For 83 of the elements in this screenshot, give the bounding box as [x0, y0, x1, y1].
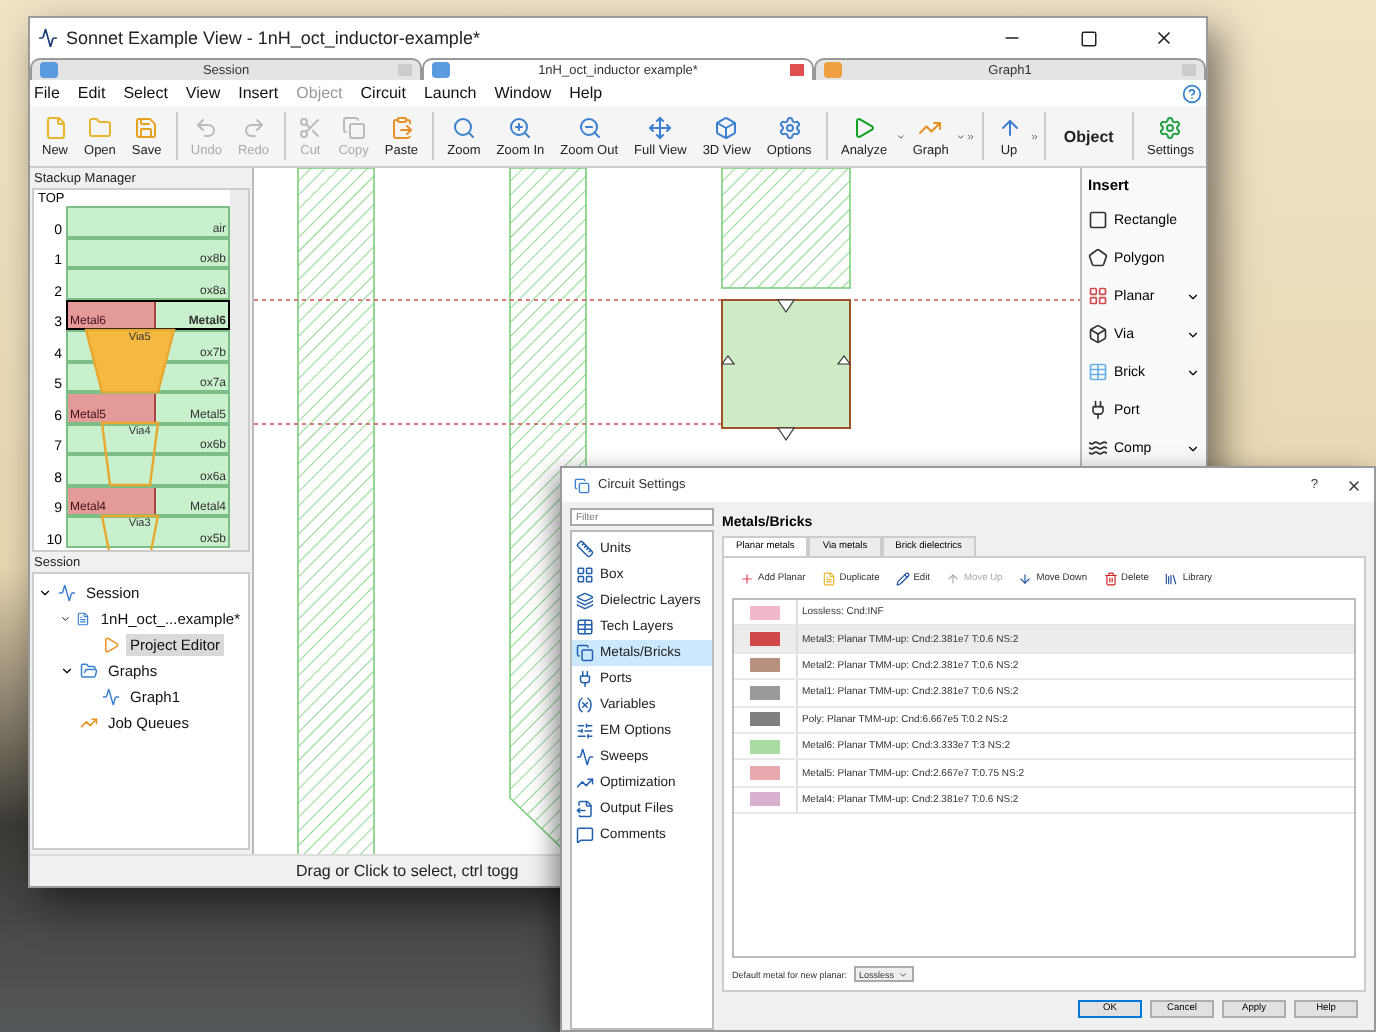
toolbar-icon [241, 115, 266, 139]
dropdown-caret-icon[interactable] [1186, 365, 1200, 379]
maximize-icon[interactable] [1079, 29, 1097, 47]
toolbar-icon [997, 115, 1022, 139]
menu-item[interactable]: Edit [77, 84, 106, 102]
tree-node-icon [102, 636, 120, 654]
via-shape [100, 421, 160, 487]
close-icon[interactable] [1154, 28, 1174, 48]
nav-icon [576, 800, 594, 818]
dropdown-caret-icon [898, 969, 909, 979]
action-icon [1103, 571, 1118, 585]
object-menu-button[interactable]: Object [1051, 110, 1126, 162]
tab-icon [40, 62, 58, 78]
toolbar-icon [298, 115, 323, 139]
expand-toggle-icon[interactable] [38, 586, 52, 600]
toolbar-icon [43, 115, 67, 139]
scrollbar[interactable] [230, 190, 248, 550]
overflow-icon[interactable] [966, 129, 976, 143]
action-icon [1018, 571, 1033, 585]
dropdown-caret-icon[interactable] [1186, 441, 1200, 455]
tree-node-icon [58, 584, 76, 602]
app-logo-icon [38, 28, 58, 48]
action-icon [821, 571, 836, 585]
action-icon [895, 571, 910, 585]
nav-icon [576, 592, 594, 610]
overflow-icon[interactable] [1029, 129, 1039, 143]
insert-tool-icon[interactable] [1088, 248, 1108, 268]
status-text: Drag or Click to select, ctrl togg [296, 862, 519, 880]
nav-icon [576, 748, 594, 766]
nav-icon [576, 644, 594, 662]
toolbar-icon [852, 115, 877, 139]
menu-item[interactable]: Insert [238, 84, 279, 102]
nav-icon [576, 566, 594, 584]
expand-toggle-icon[interactable] [60, 612, 71, 626]
action-icon [740, 571, 754, 585]
tab-icon [432, 62, 450, 78]
nav-icon [576, 618, 594, 636]
menu-item[interactable]: Window [494, 84, 552, 102]
menu-item[interactable]: Launch [423, 84, 477, 102]
toolbar-icon [648, 115, 673, 139]
toolbar-icon [87, 115, 112, 139]
insert-tool-icon[interactable] [1088, 400, 1108, 420]
menu-item[interactable]: View [185, 84, 221, 102]
action-icon [1164, 571, 1179, 585]
insert-tool-icon[interactable] [1088, 324, 1108, 344]
toolbar-icon [714, 115, 739, 139]
tree-node-icon [76, 610, 91, 628]
tree-node-icon [80, 662, 98, 680]
expand-toggle-icon[interactable] [60, 664, 74, 678]
nav-icon [576, 540, 594, 558]
dropdown-caret-icon[interactable] [1186, 327, 1200, 341]
toolbar-icon [389, 115, 414, 139]
action-icon [946, 571, 961, 585]
tab-icon [824, 62, 842, 78]
nav-icon [576, 774, 594, 792]
close-icon[interactable] [1346, 477, 1362, 493]
via-shape [84, 328, 176, 394]
menu-item[interactable]: Select [123, 84, 168, 102]
toolbar-icon [1158, 115, 1183, 139]
insert-tool-icon[interactable] [1088, 210, 1108, 230]
dropdown-caret-icon[interactable] [1186, 289, 1200, 303]
nav-icon [576, 826, 594, 844]
via-shape [100, 514, 160, 550]
menu-item[interactable]: File [34, 84, 60, 102]
port-box [720, 299, 852, 442]
nav-icon [576, 696, 594, 714]
toolbar-icon [508, 115, 533, 139]
tree-node-icon [80, 714, 98, 732]
toolbar-icon [777, 115, 802, 139]
toolbar-icon [451, 115, 476, 139]
window-title: Sonnet Example View - 1nH_oct_inductor-example* [66, 28, 482, 48]
nav-icon [576, 722, 594, 740]
help-icon[interactable] [1182, 83, 1202, 103]
nav-icon [576, 670, 594, 688]
tree-node-icon [102, 688, 120, 706]
toolbar-icon [134, 115, 159, 139]
toolbar-icon [194, 115, 219, 139]
toolbar-icon [341, 115, 366, 139]
insert-tool-icon[interactable] [1088, 438, 1108, 458]
dialog-icon [574, 477, 590, 493]
menu-item[interactable]: Help [569, 84, 603, 102]
menu-item[interactable]: Circuit [360, 84, 406, 102]
toolbar-icon [577, 115, 602, 139]
